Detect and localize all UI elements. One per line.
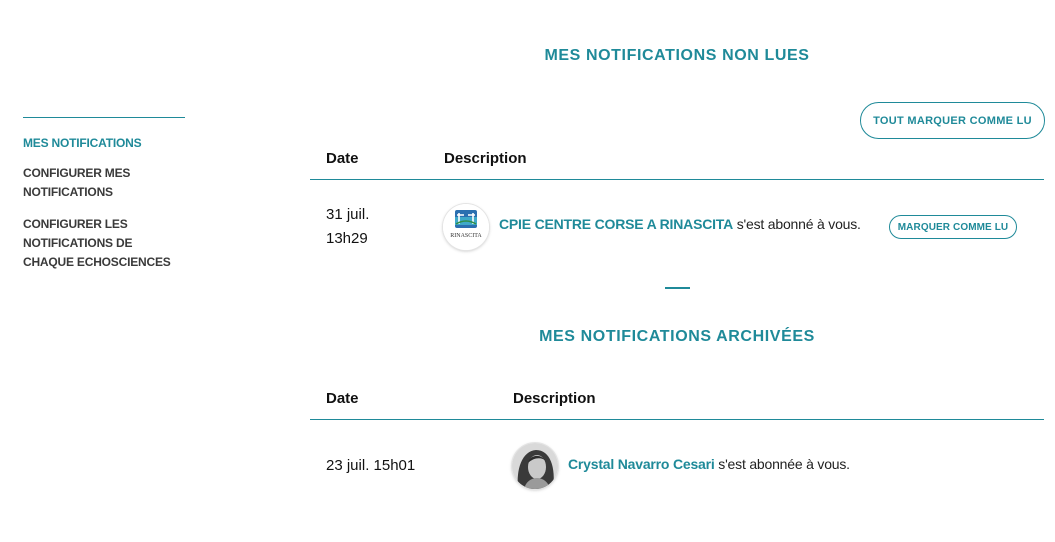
unread-date-header: Date bbox=[326, 150, 359, 167]
mark-all-read-button[interactable]: TOUT MARQUER COMME LU bbox=[860, 102, 1045, 139]
unread-row-date-time: 13h29 bbox=[326, 230, 368, 247]
actor-link[interactable]: Crystal Navarro Cesari bbox=[568, 456, 715, 472]
sidebar-nav: MES NOTIFICATIONS CONFIGURER MES NOTIFIC… bbox=[23, 117, 185, 285]
unread-row-date-day: 31 juil. bbox=[326, 206, 370, 223]
sidebar-item-mes-notifications[interactable]: MES NOTIFICATIONS bbox=[23, 134, 185, 153]
notification-action-text: s'est abonné à vous. bbox=[736, 216, 861, 232]
mark-as-read-button[interactable]: MARQUER COMME LU bbox=[889, 215, 1017, 239]
archived-row-description: Crystal Navarro Cesari s'est abonnée à v… bbox=[568, 456, 850, 472]
notification-action-text: s'est abonnée à vous. bbox=[718, 456, 850, 472]
unread-section-title: MES NOTIFICATIONS NON LUES bbox=[544, 47, 810, 64]
user-photo-icon bbox=[512, 443, 558, 489]
archived-section-title: MES NOTIFICATIONS ARCHIVÉES bbox=[539, 328, 815, 345]
unread-description-header: Description bbox=[444, 150, 527, 167]
unread-table-header-rule bbox=[310, 179, 1044, 180]
archived-row-date: 23 juil. 15h01 bbox=[326, 457, 416, 474]
archived-table-header-rule bbox=[310, 419, 1044, 420]
avatar[interactable]: RINASCITA bbox=[443, 204, 489, 250]
unread-row-description: CPIE CENTRE CORSE A RINASCITA s'est abon… bbox=[499, 216, 861, 232]
archived-description-header: Description bbox=[513, 390, 596, 407]
svg-text:RINASCITA: RINASCITA bbox=[450, 233, 482, 239]
section-divider bbox=[665, 287, 690, 289]
rinascita-logo-icon: RINASCITA bbox=[443, 204, 489, 250]
unread-row-date: 31 juil. 13h29 bbox=[326, 203, 369, 251]
avatar[interactable] bbox=[512, 443, 558, 489]
sidebar-item-configurer-mes-notifications[interactable]: CONFIGURER MES NOTIFICATIONS bbox=[23, 164, 185, 202]
sidebar-item-configurer-notifications-echosciences[interactable]: CONFIGURER LES NOTIFICATIONS DE CHAQUE E… bbox=[23, 215, 185, 272]
sidebar-divider bbox=[23, 117, 185, 118]
actor-link[interactable]: CPIE CENTRE CORSE A RINASCITA bbox=[499, 216, 733, 232]
archived-date-header: Date bbox=[326, 390, 359, 407]
